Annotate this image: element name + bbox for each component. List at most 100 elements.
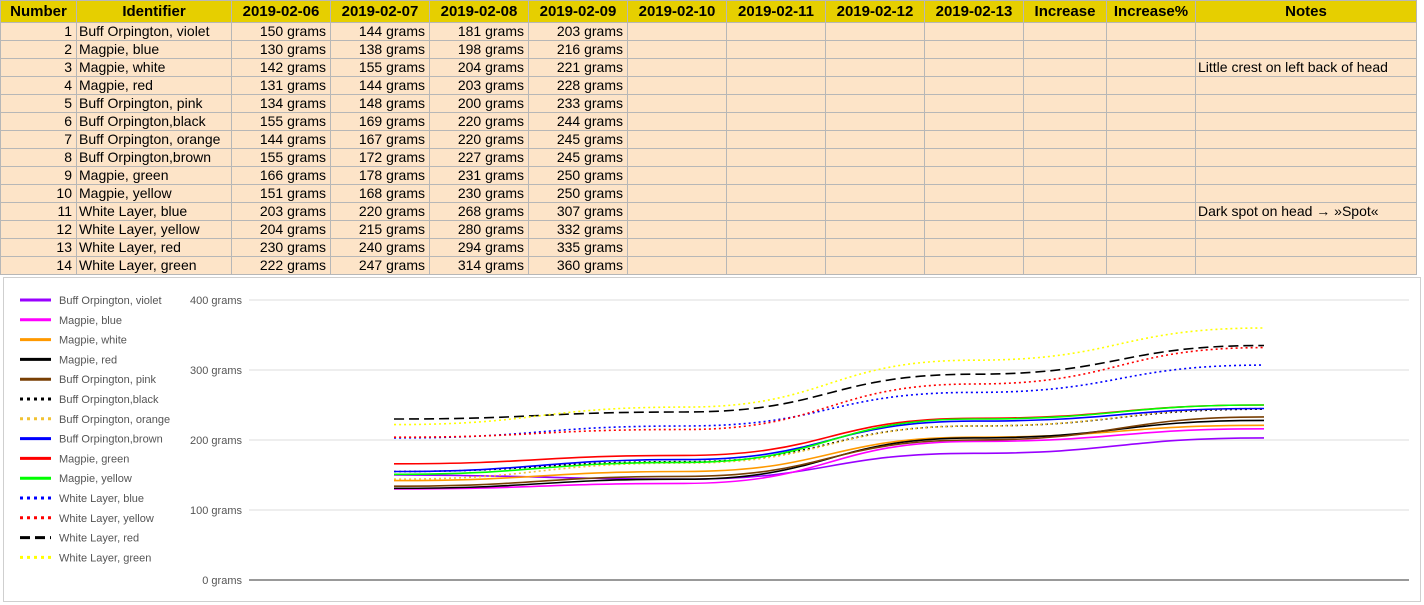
notes-cell[interactable] bbox=[1195, 238, 1417, 257]
weight-cell[interactable]: 220 grams bbox=[330, 202, 430, 221]
empty-cell[interactable] bbox=[1023, 130, 1107, 149]
row-number-cell[interactable]: 6 bbox=[0, 112, 77, 131]
empty-cell[interactable] bbox=[1023, 112, 1107, 131]
empty-cell[interactable] bbox=[726, 130, 826, 149]
column-header[interactable]: Increase bbox=[1023, 0, 1107, 23]
weight-cell[interactable]: 335 grams bbox=[528, 238, 628, 257]
empty-cell[interactable] bbox=[924, 202, 1024, 221]
empty-cell[interactable] bbox=[627, 112, 727, 131]
column-header[interactable]: Increase% bbox=[1106, 0, 1196, 23]
empty-cell[interactable] bbox=[627, 94, 727, 113]
weight-cell[interactable]: 250 grams bbox=[528, 166, 628, 185]
identifier-cell[interactable]: Magpie, white bbox=[76, 58, 232, 77]
identifier-cell[interactable]: White Layer, blue bbox=[76, 202, 232, 221]
empty-cell[interactable] bbox=[1106, 238, 1196, 257]
weight-cell[interactable]: 144 grams bbox=[330, 76, 430, 95]
identifier-cell[interactable]: Buff Orpington, pink bbox=[76, 94, 232, 113]
notes-cell[interactable] bbox=[1195, 94, 1417, 113]
empty-cell[interactable] bbox=[726, 184, 826, 203]
empty-cell[interactable] bbox=[627, 22, 727, 41]
row-number-cell[interactable]: 7 bbox=[0, 130, 77, 149]
empty-cell[interactable] bbox=[627, 40, 727, 59]
identifier-cell[interactable]: Magpie, yellow bbox=[76, 184, 232, 203]
empty-cell[interactable] bbox=[825, 256, 925, 275]
empty-cell[interactable] bbox=[1106, 130, 1196, 149]
weight-cell[interactable]: 130 grams bbox=[231, 40, 331, 59]
line-chart[interactable]: 400 grams 300 grams 200 grams 100 grams 0 gr… bbox=[3, 277, 1421, 602]
empty-cell[interactable] bbox=[924, 40, 1024, 59]
empty-cell[interactable] bbox=[1023, 166, 1107, 185]
weight-cell[interactable]: 231 grams bbox=[429, 166, 529, 185]
notes-cell[interactable] bbox=[1195, 166, 1417, 185]
identifier-cell[interactable]: Buff Orpington, orange bbox=[76, 130, 232, 149]
notes-cell[interactable] bbox=[1195, 184, 1417, 203]
identifier-cell[interactable]: Buff Orpington,black bbox=[76, 112, 232, 131]
empty-cell[interactable] bbox=[726, 22, 826, 41]
row-number-cell[interactable]: 1 bbox=[0, 22, 77, 41]
empty-cell[interactable] bbox=[825, 238, 925, 257]
row-number-cell[interactable]: 12 bbox=[0, 220, 77, 239]
empty-cell[interactable] bbox=[1106, 58, 1196, 77]
column-header[interactable]: 2019-02-08 bbox=[429, 0, 529, 23]
empty-cell[interactable] bbox=[924, 184, 1024, 203]
empty-cell[interactable] bbox=[1023, 220, 1107, 239]
empty-cell[interactable] bbox=[627, 166, 727, 185]
empty-cell[interactable] bbox=[1106, 184, 1196, 203]
column-header[interactable]: 2019-02-10 bbox=[627, 0, 727, 23]
weight-cell[interactable]: 215 grams bbox=[330, 220, 430, 239]
identifier-cell[interactable]: Magpie, blue bbox=[76, 40, 232, 59]
weight-cell[interactable]: 221 grams bbox=[528, 58, 628, 77]
empty-cell[interactable] bbox=[924, 22, 1024, 41]
weight-cell[interactable]: 134 grams bbox=[231, 94, 331, 113]
identifier-cell[interactable]: Buff Orpington, violet bbox=[76, 22, 232, 41]
empty-cell[interactable] bbox=[1106, 202, 1196, 221]
weight-cell[interactable]: 220 grams bbox=[429, 112, 529, 131]
weight-cell[interactable]: 150 grams bbox=[231, 22, 331, 41]
empty-cell[interactable] bbox=[726, 166, 826, 185]
weight-cell[interactable]: 172 grams bbox=[330, 148, 430, 167]
empty-cell[interactable] bbox=[1023, 22, 1107, 41]
column-header[interactable]: 2019-02-13 bbox=[924, 0, 1024, 23]
row-number-cell[interactable]: 8 bbox=[0, 148, 77, 167]
empty-cell[interactable] bbox=[1023, 94, 1107, 113]
identifier-cell[interactable]: Magpie, green bbox=[76, 166, 232, 185]
identifier-cell[interactable]: White Layer, yellow bbox=[76, 220, 232, 239]
column-header[interactable]: Number bbox=[0, 0, 77, 23]
weight-cell[interactable]: 332 grams bbox=[528, 220, 628, 239]
weight-cell[interactable]: 204 grams bbox=[429, 58, 529, 77]
empty-cell[interactable] bbox=[1023, 238, 1107, 257]
empty-cell[interactable] bbox=[726, 256, 826, 275]
empty-cell[interactable] bbox=[924, 238, 1024, 257]
weight-cell[interactable]: 280 grams bbox=[429, 220, 529, 239]
notes-cell[interactable] bbox=[1195, 256, 1417, 275]
weight-cell[interactable]: 144 grams bbox=[330, 22, 430, 41]
column-header[interactable]: 2019-02-11 bbox=[726, 0, 826, 23]
notes-cell[interactable] bbox=[1195, 76, 1417, 95]
empty-cell[interactable] bbox=[726, 76, 826, 95]
notes-cell[interactable]: Dark spot on head → »Spot« bbox=[1195, 202, 1417, 221]
row-number-cell[interactable]: 14 bbox=[0, 256, 77, 275]
empty-cell[interactable] bbox=[1106, 148, 1196, 167]
empty-cell[interactable] bbox=[726, 58, 826, 77]
column-header[interactable]: 2019-02-06 bbox=[231, 0, 331, 23]
weight-cell[interactable]: 245 grams bbox=[528, 130, 628, 149]
empty-cell[interactable] bbox=[1023, 256, 1107, 275]
empty-cell[interactable] bbox=[1106, 22, 1196, 41]
weight-cell[interactable]: 148 grams bbox=[330, 94, 430, 113]
empty-cell[interactable] bbox=[825, 130, 925, 149]
empty-cell[interactable] bbox=[924, 256, 1024, 275]
empty-cell[interactable] bbox=[1106, 94, 1196, 113]
empty-cell[interactable] bbox=[627, 202, 727, 221]
empty-cell[interactable] bbox=[726, 238, 826, 257]
empty-cell[interactable] bbox=[825, 94, 925, 113]
weight-cell[interactable]: 155 grams bbox=[330, 58, 430, 77]
weight-cell[interactable]: 155 grams bbox=[231, 112, 331, 131]
identifier-cell[interactable]: White Layer, red bbox=[76, 238, 232, 257]
weight-cell[interactable]: 230 grams bbox=[231, 238, 331, 257]
weight-cell[interactable]: 204 grams bbox=[231, 220, 331, 239]
empty-cell[interactable] bbox=[726, 202, 826, 221]
weight-cell[interactable]: 244 grams bbox=[528, 112, 628, 131]
row-number-cell[interactable]: 3 bbox=[0, 58, 77, 77]
empty-cell[interactable] bbox=[1023, 184, 1107, 203]
empty-cell[interactable] bbox=[627, 130, 727, 149]
